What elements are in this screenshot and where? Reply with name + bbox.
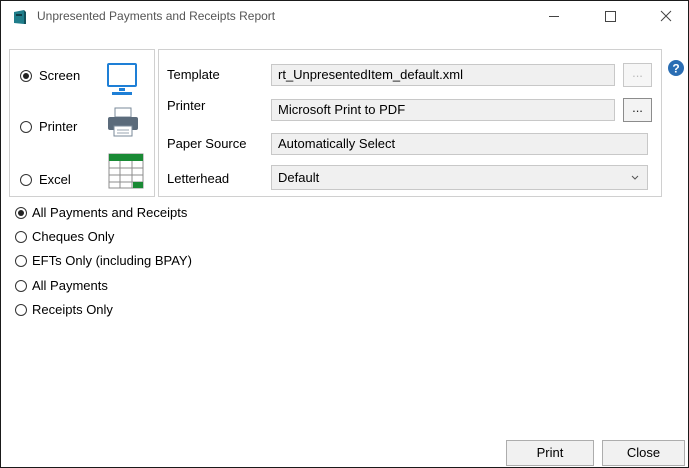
minimize-button[interactable]: [531, 1, 577, 31]
screen-radio[interactable]: [20, 70, 32, 82]
printer-radio[interactable]: [20, 121, 32, 133]
template-field[interactable]: rt_UnpresentedItem_default.xml: [271, 64, 615, 86]
spreadsheet-icon: [108, 153, 144, 189]
all-payments-label: All Payments: [32, 278, 108, 293]
window-title: Unpresented Payments and Receipts Report: [37, 9, 276, 23]
excel-radio[interactable]: [20, 174, 32, 186]
help-icon[interactable]: ?: [667, 59, 685, 77]
receipts-only-radio[interactable]: [15, 304, 27, 316]
close-window-button[interactable]: [643, 1, 689, 31]
title-bar: Unpresented Payments and Receipts Report: [1, 1, 688, 31]
chevron-down-icon: [631, 175, 639, 180]
print-button[interactable]: Print: [506, 440, 594, 466]
output-destination-group: Screen Printer Excel: [9, 49, 155, 197]
screen-label: Screen: [39, 68, 81, 83]
minimize-icon: [549, 16, 559, 17]
paper-source-field[interactable]: Automatically Select: [271, 133, 648, 155]
letterhead-select[interactable]: Default: [271, 165, 648, 190]
receipts-only-label: Receipts Only: [32, 302, 113, 317]
paper-source-label: Paper Source: [167, 136, 247, 151]
all-payments-radio[interactable]: [15, 280, 27, 292]
printer-field[interactable]: Microsoft Print to PDF: [271, 99, 615, 121]
report-settings-group: Template rt_UnpresentedItem_default.xml …: [158, 49, 662, 197]
all-payments-receipts-label: All Payments and Receipts: [32, 205, 188, 220]
maximize-icon: [605, 11, 616, 22]
report-dialog: Unpresented Payments and Receipts Report…: [0, 0, 689, 468]
close-icon: [660, 10, 672, 22]
template-label: Template: [167, 67, 220, 82]
close-button[interactable]: Close: [602, 440, 685, 466]
printer-icon: [108, 107, 138, 137]
svg-text:?: ?: [672, 62, 679, 76]
maximize-button[interactable]: [587, 1, 633, 31]
efts-only-radio[interactable]: [15, 255, 27, 267]
all-payments-receipts-radio[interactable]: [15, 207, 27, 219]
printer-browse-button[interactable]: ...: [623, 98, 652, 122]
letterhead-label: Letterhead: [167, 171, 230, 186]
monitor-icon: [107, 63, 137, 95]
printer-label: Printer: [39, 119, 78, 134]
printer-field-label: Printer: [167, 98, 206, 113]
excel-label: Excel: [39, 172, 71, 187]
template-browse-button[interactable]: ...: [623, 63, 652, 87]
app-icon: [14, 10, 26, 24]
letterhead-selected-value: Default: [278, 170, 320, 185]
cheques-only-radio[interactable]: [15, 231, 27, 243]
efts-only-label: EFTs Only (including BPAY): [32, 253, 192, 268]
cheques-only-label: Cheques Only: [32, 229, 115, 244]
